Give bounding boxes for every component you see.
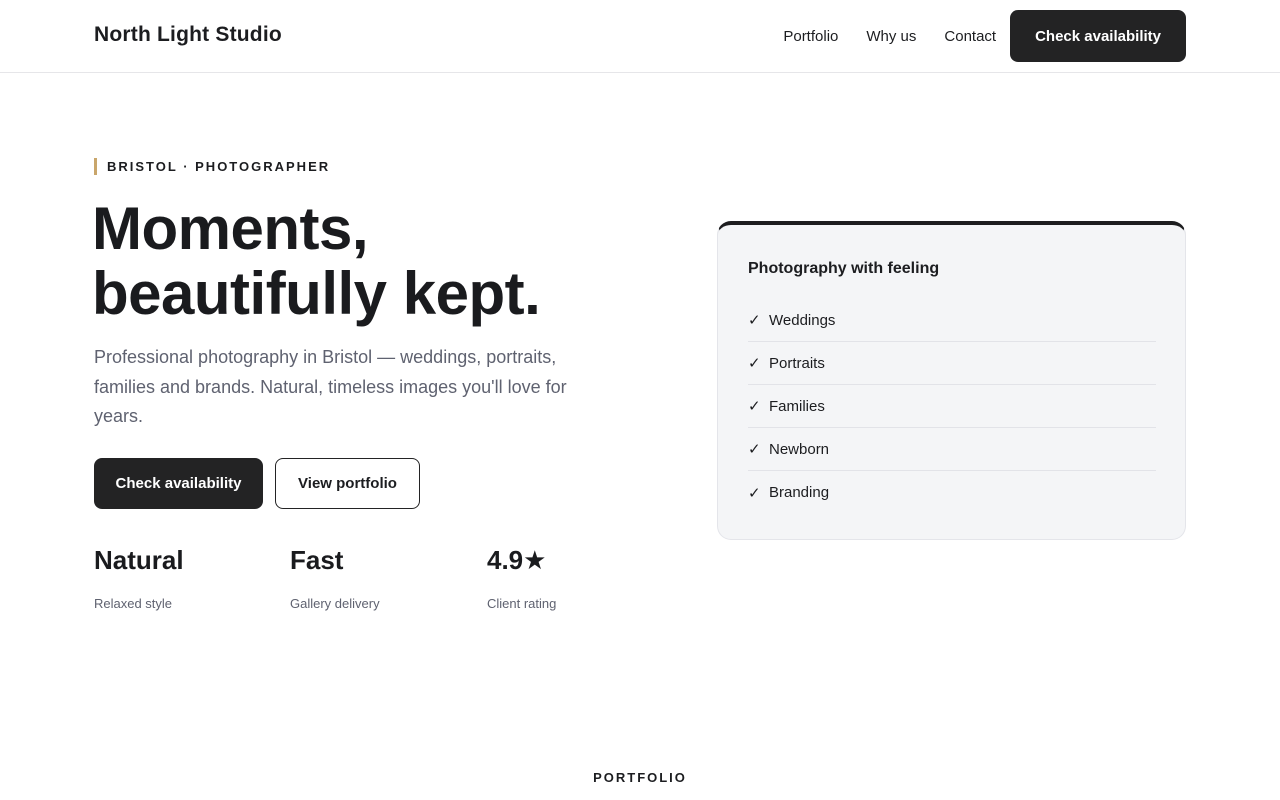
header-check-availability-button[interactable]: Check availability [1010,10,1186,62]
nav-link-portfolio[interactable]: Portfolio [783,28,838,45]
services-card: Photography with feeling ✓ Weddings ✓ Po… [717,221,1186,540]
service-item-portraits: ✓ Portraits [748,342,1156,385]
stat-natural: Natural Relaxed style [94,544,184,611]
stat-value: 4.9★ [487,545,547,575]
main-nav: Portfolio Why us Contact Check availabil… [783,10,1186,62]
hero-eyebrow: BRISTOL · PHOTOGRAPHER [94,158,330,175]
view-portfolio-button[interactable]: View portfolio [275,458,420,509]
check-icon: ✓ [748,484,761,502]
check-icon: ✓ [748,441,761,458]
check-icon: ✓ [748,398,761,415]
site-header: North Light Studio Portfolio Why us Cont… [0,0,1280,73]
services-list: ✓ Weddings ✓ Portraits ✓ Families ✓ Newb… [748,299,1156,514]
service-label: Weddings [769,311,836,329]
check-icon: ✓ [748,312,761,329]
check-availability-button[interactable]: Check availability [94,458,263,509]
portfolio-section-label: PORTFOLIO [593,770,687,785]
stat-value: Fast [290,545,344,575]
hero-title-line-1: Moments, [92,195,369,262]
hero-title-line-2: beautifully kept. [92,260,541,327]
service-label: Portraits [769,354,825,372]
hero-subtitle: Professional photography in Bristol — we… [94,347,567,426]
hero-title: Moments, beautifully kept. [92,196,652,326]
stat-label: Gallery delivery [290,596,380,611]
stat-label: Relaxed style [94,596,173,611]
service-label: Branding [769,484,830,501]
service-item-branding: ✓ Branding [748,471,1156,514]
nav-link-contact[interactable]: Contact [944,28,996,45]
service-item-weddings: ✓ Weddings [748,299,1156,342]
service-item-newborn: ✓ Newborn [748,428,1156,471]
brand-logo[interactable]: North Light Studio [94,23,282,47]
stat-value: Natural [94,545,184,575]
nav-link-why-us[interactable]: Why us [866,28,916,45]
service-item-families: ✓ Families [748,385,1156,428]
stat-rating: 4.9★ Client rating [487,544,556,611]
check-icon: ✓ [748,355,761,372]
stat-fast: Fast Gallery delivery [290,544,380,611]
service-label: Families [769,397,825,415]
stat-label: Client rating [487,596,557,611]
services-card-title: Photography with feeling [748,260,940,277]
service-label: Newborn [769,440,830,458]
